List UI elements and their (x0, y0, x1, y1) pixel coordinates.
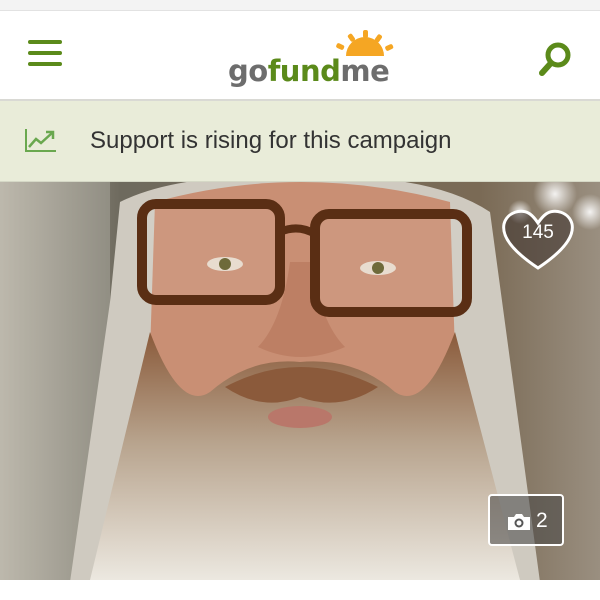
logo-sun-icon (336, 30, 394, 56)
logo-part-fund: fund (267, 54, 341, 88)
gofundme-logo[interactable]: gofundme (228, 30, 403, 96)
top-navbar: gofundme (0, 11, 600, 101)
search-button[interactable] (538, 40, 574, 80)
search-icon (539, 42, 571, 76)
trending-up-icon (25, 129, 56, 152)
camera-icon (508, 514, 530, 530)
page-bottom (0, 580, 600, 600)
photo-count: 2 (536, 509, 548, 532)
heart-count: 145 (522, 222, 554, 243)
photo-gallery-button[interactable]: 2 (488, 494, 564, 546)
hamburger-icon (28, 40, 62, 66)
logo-part-me: me (340, 54, 390, 88)
status-strip (0, 0, 600, 11)
logo-wordmark: gofundme (228, 54, 390, 88)
menu-button[interactable] (28, 40, 62, 68)
banner-text: Support is rising for this campaign (90, 127, 452, 154)
logo-part-go: go (228, 54, 268, 88)
campaign-trend-banner: Support is rising for this campaign (0, 101, 600, 182)
like-heart-button[interactable]: 145 (500, 206, 576, 272)
